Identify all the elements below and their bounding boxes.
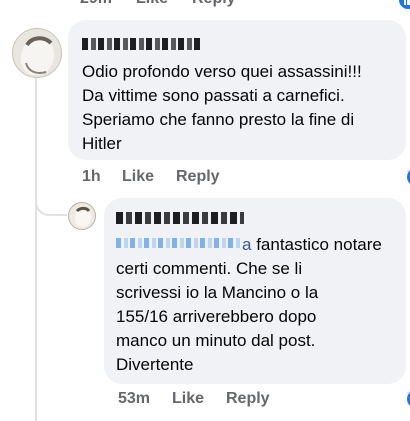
reply-button[interactable]: Reply [176, 168, 220, 186]
timestamp: 29m [80, 0, 112, 8]
avatar[interactable] [68, 202, 96, 230]
reply-connector [35, 190, 67, 216]
timestamp: 1h [82, 168, 101, 185]
thread-line [35, 78, 37, 421]
like-button[interactable]: Like [172, 390, 204, 408]
previous-comment-actions: 29m Like Reply 2 [80, 0, 410, 12]
comment-text: a fantastico notare certi commenti. Che … [116, 233, 404, 377]
comment-bubble: Odio profondo verso quei assassini!!! Da… [68, 20, 406, 160]
reply-button[interactable]: Reply [192, 0, 236, 8]
comment-actions: 53m Like Reply 1 [118, 389, 410, 412]
author-name-redacted[interactable] [116, 212, 244, 224]
like-button[interactable]: Like [122, 168, 154, 186]
timestamp: 53m [118, 390, 151, 407]
reply-button[interactable]: Reply [226, 390, 270, 408]
comment-actions: 1h Like Reply 1 [82, 167, 410, 190]
comment-bubble: a fantastico notare certi commenti. Che … [104, 198, 406, 384]
like-icon [398, 0, 410, 10]
avatar[interactable] [12, 28, 62, 78]
like-button[interactable]: Like [136, 0, 168, 8]
comment-text: Odio profondo verso quei assassini!!! Da… [82, 62, 362, 153]
comment-body: fantastico notare certi commenti. Che se… [116, 235, 382, 374]
mention-redacted[interactable] [116, 238, 242, 248]
author-name-redacted[interactable] [82, 38, 200, 50]
